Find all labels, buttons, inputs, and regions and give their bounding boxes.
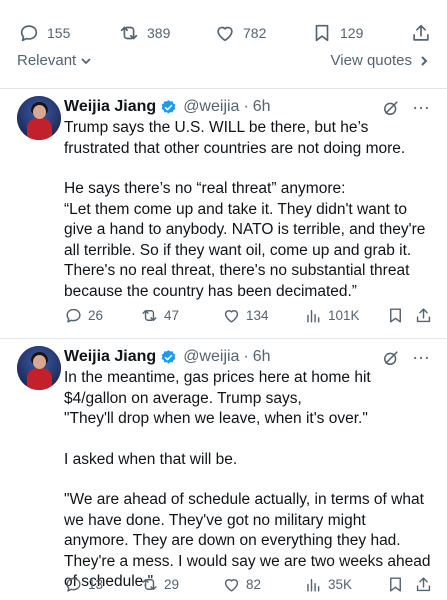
reply-button[interactable]: 155 xyxy=(18,18,70,48)
grok-icon[interactable] xyxy=(381,348,401,368)
author-name[interactable]: Weijia Jiang xyxy=(64,98,156,116)
share-icon xyxy=(413,24,429,41)
like-count: 134 xyxy=(246,308,269,323)
view-count: 101K xyxy=(328,308,360,323)
like-count: 82 xyxy=(246,577,262,592)
repost-button[interactable]: 29 xyxy=(140,575,179,594)
reply-button[interactable]: 13 xyxy=(64,575,103,594)
reply-count: 13 xyxy=(88,577,104,592)
separator-dot: · xyxy=(243,348,249,365)
tweet-paragraph: "They'll drop when we leave, when it's o… xyxy=(64,410,368,427)
repost-icon xyxy=(120,26,138,40)
bookmark-icon xyxy=(315,24,329,42)
bookmark-icon xyxy=(390,308,401,323)
repost-count: 389 xyxy=(147,25,171,41)
tweet-paragraph: Trump says the U.S. WILL be there, but h… xyxy=(64,119,406,157)
like-button[interactable]: 82 xyxy=(222,575,261,594)
more-options-icon[interactable] xyxy=(411,98,431,118)
heart-icon xyxy=(217,26,233,42)
view-quotes-label: View quotes xyxy=(330,52,412,69)
more-options-icon[interactable] xyxy=(411,348,431,368)
chevron-down-icon xyxy=(81,57,91,64)
sort-label: Relevant xyxy=(17,52,77,69)
tweet-paragraph: In the meantime, gas prices here at home… xyxy=(64,369,371,407)
views-button[interactable]: 35K xyxy=(304,575,352,594)
share-button[interactable] xyxy=(410,18,432,48)
share-button[interactable] xyxy=(414,575,433,594)
chevron-right-icon xyxy=(421,55,428,66)
like-button[interactable]: 134 xyxy=(222,306,269,325)
reply-icon xyxy=(66,577,81,592)
repost-count: 29 xyxy=(164,577,180,592)
grok-icon[interactable] xyxy=(381,98,401,118)
repost-count: 47 xyxy=(164,308,180,323)
heart-icon xyxy=(224,310,239,323)
verified-badge-icon xyxy=(161,349,176,364)
tweet-action-bar: 26 47 134 101K xyxy=(64,306,434,330)
repost-button[interactable]: 389 xyxy=(118,18,170,48)
reply-button[interactable]: 26 xyxy=(64,306,103,325)
tweet-paragraph: He says there’s no “real threat” anymore… xyxy=(64,180,346,197)
reply-sort-row: Relevant View quotes xyxy=(0,52,447,76)
author-handle[interactable]: @weijia xyxy=(183,348,239,366)
bookmark-count: 129 xyxy=(340,25,364,41)
bookmark-button[interactable] xyxy=(386,575,405,594)
tweet-paragraph: “Let them come up and take it. They didn… xyxy=(64,200,426,300)
bookmark-button[interactable]: 129 xyxy=(311,18,363,48)
reply-icon xyxy=(66,308,81,323)
separator-dot: · xyxy=(243,98,249,115)
share-icon xyxy=(416,308,431,323)
tweet-text: Trump says the U.S. WILL be there, but h… xyxy=(64,118,433,302)
timestamp[interactable]: 6h xyxy=(253,98,271,116)
sort-dropdown[interactable]: Relevant xyxy=(17,52,93,69)
repost-icon xyxy=(142,579,157,590)
tweet-text: In the meantime, gas prices here at home… xyxy=(64,368,433,593)
author-name[interactable]: Weijia Jiang xyxy=(64,348,156,366)
repost-button[interactable]: 47 xyxy=(140,306,179,325)
bookmark-icon xyxy=(390,577,401,592)
analytics-icon xyxy=(307,310,320,323)
post-action-bar: 155 389 782 129 xyxy=(0,18,447,48)
analytics-icon xyxy=(307,579,320,592)
divider xyxy=(0,338,447,339)
like-count: 782 xyxy=(243,25,267,41)
avatar[interactable] xyxy=(17,96,61,140)
avatar[interactable] xyxy=(17,346,61,390)
tweet-paragraph: I asked when that will be. xyxy=(64,450,238,468)
verified-badge-icon xyxy=(161,99,176,114)
repost-icon xyxy=(142,310,157,321)
timestamp[interactable]: 6h xyxy=(253,348,271,366)
reply-count: 155 xyxy=(47,25,71,41)
reply-icon xyxy=(20,25,38,42)
heart-icon xyxy=(224,579,239,592)
divider xyxy=(0,88,447,89)
view-quotes-link[interactable]: View quotes xyxy=(331,52,430,69)
share-button[interactable] xyxy=(414,306,433,325)
reply-count: 26 xyxy=(88,308,104,323)
share-icon xyxy=(416,577,431,592)
like-button[interactable]: 782 xyxy=(214,18,266,48)
tweet-action-bar: 13 29 82 35K xyxy=(64,575,434,599)
view-count: 35K xyxy=(328,577,353,592)
author-handle[interactable]: @weijia xyxy=(183,98,239,116)
views-button[interactable]: 101K xyxy=(304,306,360,325)
bookmark-button[interactable] xyxy=(386,306,405,325)
